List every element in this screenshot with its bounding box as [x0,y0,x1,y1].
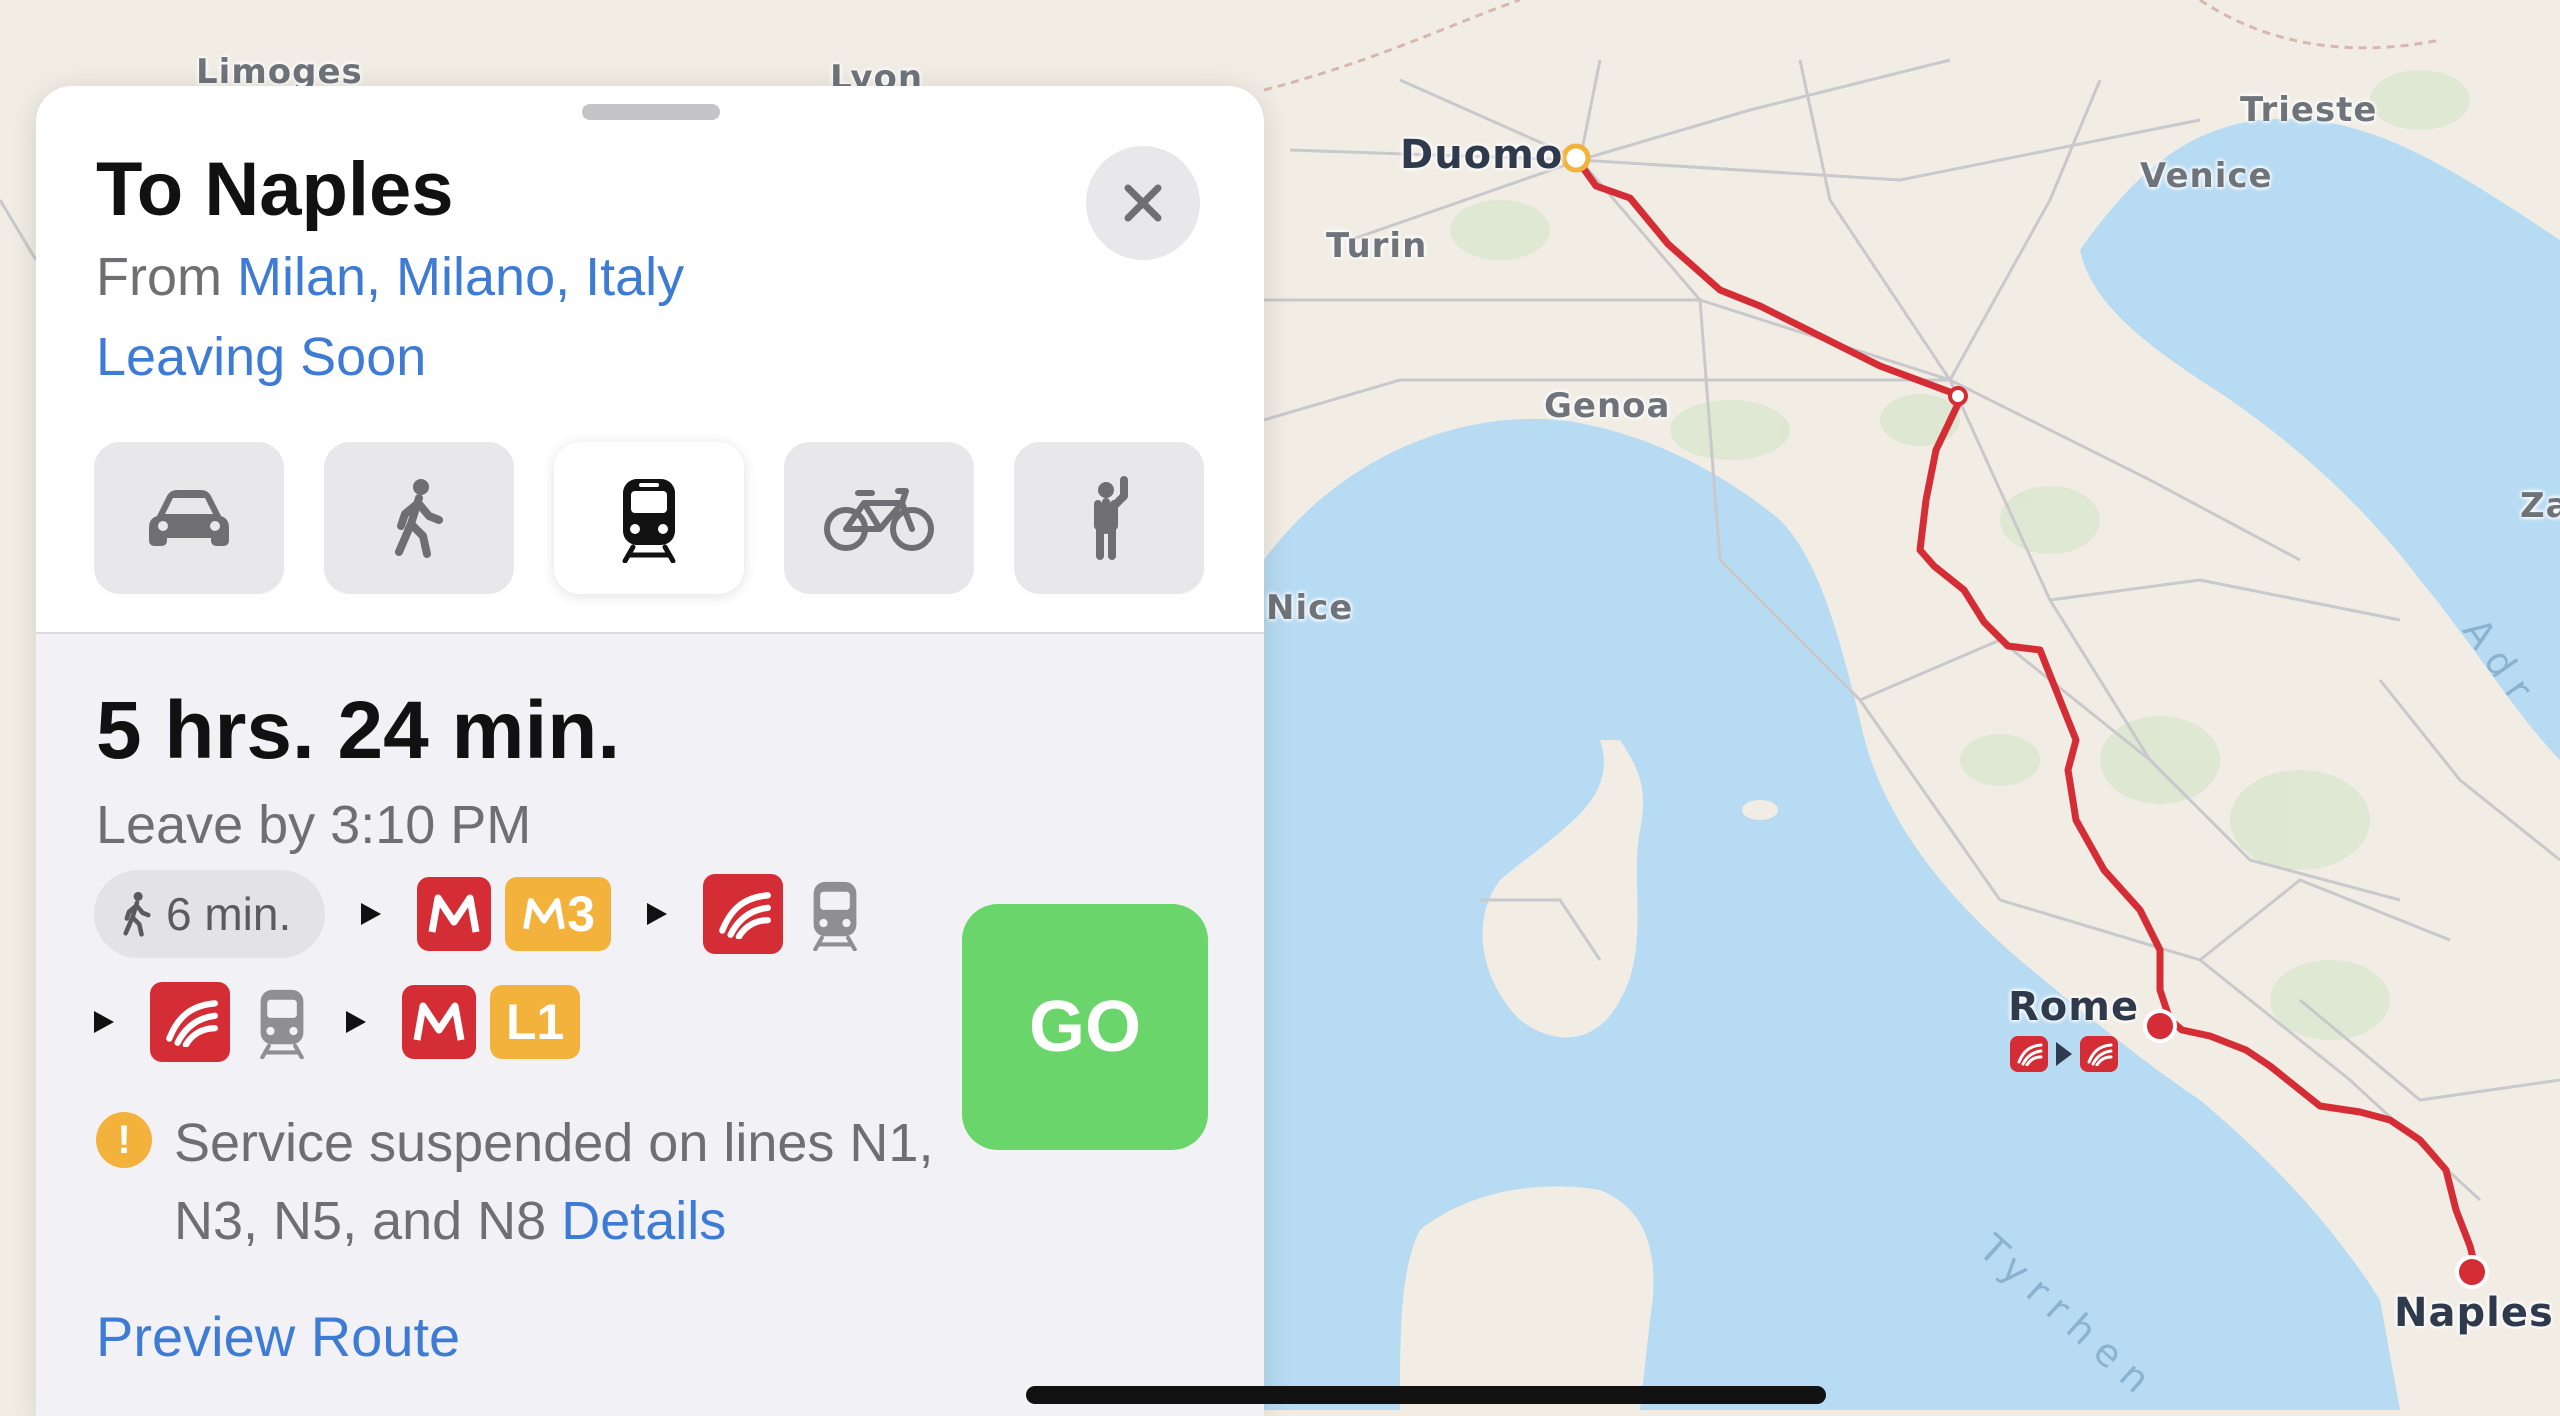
walking-person-icon [123,891,151,937]
mode-walk-button[interactable] [324,442,514,594]
metro-line-m3-number: 3 [567,886,596,942]
waypoint-dot [1948,386,1968,406]
train-icon [622,479,676,563]
metro-m-icon [402,985,476,1059]
walking-person-icon [395,479,443,558]
train-icon [260,989,304,1059]
hailing-person-icon [1094,476,1128,560]
rail-icon [703,874,784,954]
arrow-right-icon [2056,1042,2072,1066]
mode-transit-button[interactable] [554,442,744,594]
mode-ride-button[interactable] [1014,442,1204,594]
preview-route-link[interactable]: Preview Route [96,1304,460,1369]
sheet-grabber[interactable] [582,104,720,120]
train-icon [813,881,857,951]
map-label-trieste: Trieste [2240,90,2378,130]
rome-marker [2143,1009,2177,1043]
from-prefix: From [96,247,222,307]
origin-label[interactable]: Duomo [1400,132,1563,178]
service-alert: ! Service suspended on lines N1, N3, N5,… [96,1104,934,1260]
panel-header: To Naples From Milan, Milano, Italy Leav… [36,86,1264,634]
from-place-link[interactable]: Milan, Milano, Italy [237,247,684,307]
route-steps-row-1: 6 min. M3 3 [94,870,863,958]
close-icon [1124,184,1162,222]
arrow-right-icon [647,903,668,925]
rail-icon [2010,1036,2048,1072]
arrow-right-icon [94,1011,114,1033]
car-icon [149,490,229,546]
alert-text: Service suspended on lines N1, N3, N5, a… [174,1104,934,1260]
metro-line-m3-badge: M3 3 [505,877,612,951]
route-steps-row-2: L1 [94,982,581,1062]
directions-panel[interactable]: To Naples From Milan, Milano, Italy Leav… [36,86,1264,1416]
line-l1-badge: L1 [490,985,581,1059]
rome-label[interactable]: Rome [2008,984,2139,1030]
walk-step: 6 min. [94,870,326,958]
arrow-right-icon [346,1011,366,1033]
bicycle-icon [824,488,934,551]
metro-m-icon [417,877,492,951]
map-label-nice: Nice [1266,588,1354,628]
mode-cycle-button[interactable] [784,442,974,594]
home-indicator[interactable] [1026,1386,1826,1404]
page-title: To Naples [96,147,454,232]
leave-by-time: Leave by 3:10 PM [96,795,532,855]
leaving-time-link[interactable]: Leaving Soon [96,326,426,388]
map-label-genoa: Genoa [1544,386,1671,426]
transport-mode-selector [94,442,1204,594]
rail-icon [150,982,230,1062]
walk-time: 6 min. [166,888,292,940]
destination-marker [2455,1255,2489,1289]
details-link[interactable]: Details [561,1191,726,1251]
warning-icon: ! [96,1112,152,1168]
origin-marker [1561,143,1591,173]
alert-message: Service suspended on lines N1, N3, N5, a… [174,1113,934,1251]
go-button[interactable]: GO [962,904,1208,1150]
close-button[interactable] [1086,146,1200,260]
rail-icon [2080,1036,2118,1072]
sardinia-island [1400,1186,1654,1410]
destination-label[interactable]: Naples [2394,1290,2554,1336]
route-duration: 5 hrs. 24 min. [96,685,621,776]
mode-drive-button[interactable] [94,442,284,594]
map-label-venice: Venice [2140,156,2273,196]
rome-transfer-icons [2010,1036,2118,1072]
map-label-za: Za [2520,486,2560,526]
map-label-turin: Turin [1326,226,1428,266]
from-line: From Milan, Milano, Italy [96,246,684,308]
arrow-right-icon [361,903,382,925]
